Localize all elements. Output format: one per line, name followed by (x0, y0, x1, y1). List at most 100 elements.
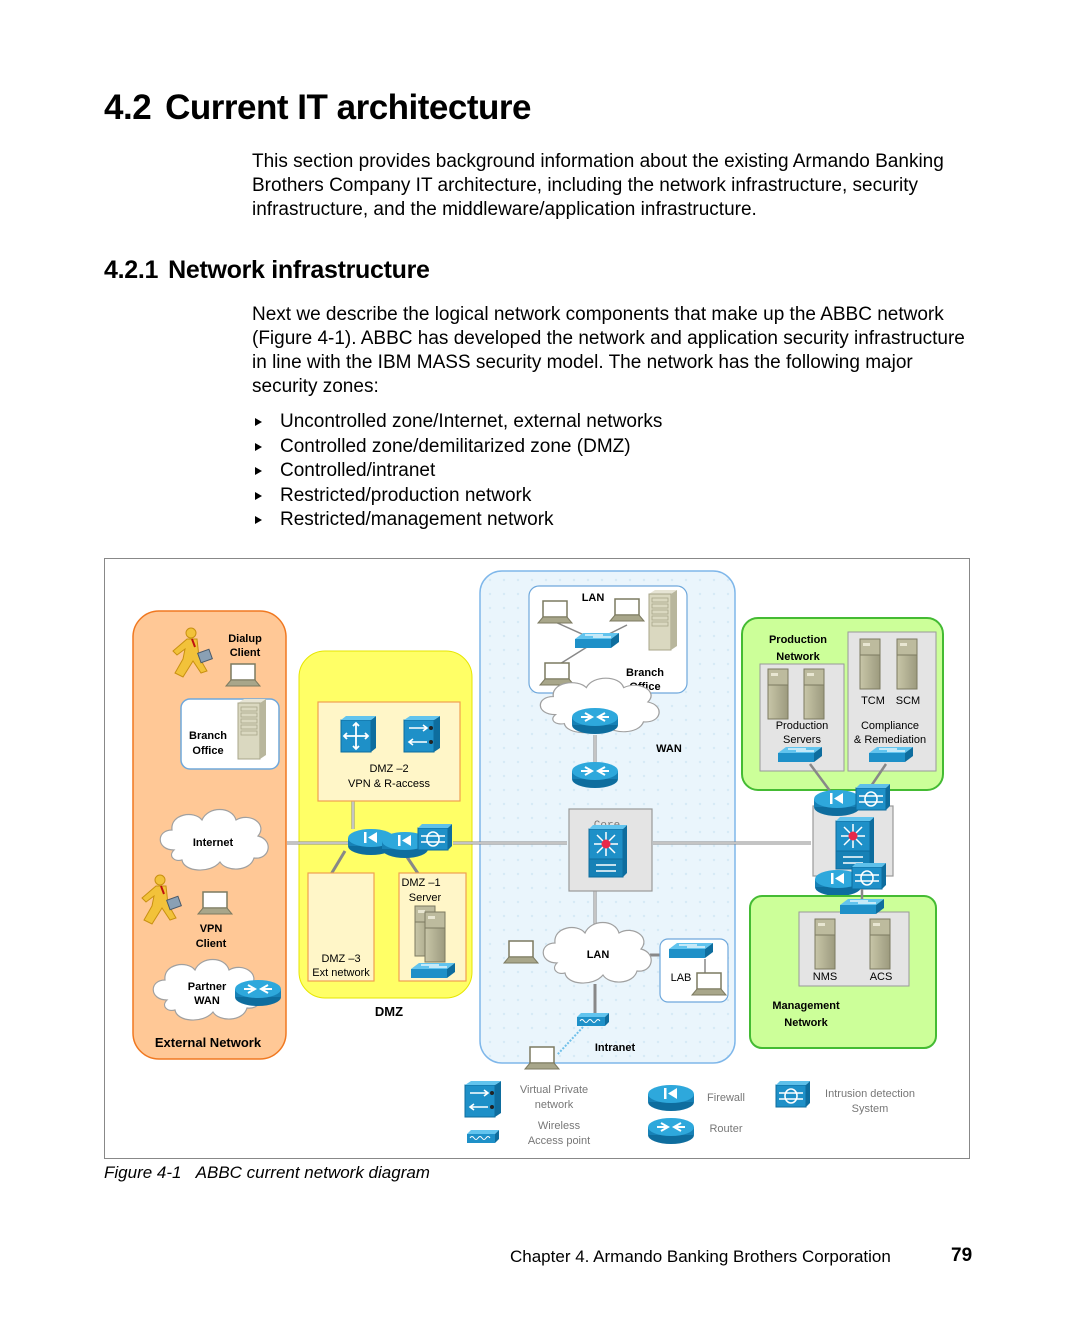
external-network-zone: Dialup Client Branch Office Internet VPN… (132, 610, 287, 1060)
bullet-triangle-icon (255, 516, 262, 524)
network-diagram-figure: Dialup Client Branch Office Internet VPN… (104, 558, 970, 1159)
production-switch-icon (777, 746, 823, 763)
subsection-number: 4.2.1 (104, 256, 159, 284)
dmz-server-2-icon (424, 911, 446, 963)
svg-text:Internet: Internet (193, 837, 234, 849)
svg-text:Client: Client (230, 647, 261, 659)
core-switch-icon (588, 824, 628, 878)
production-core-switch-icon (835, 816, 875, 870)
svg-text:LAN: LAN (582, 592, 605, 604)
svg-text:& Remediation: & Remediation (854, 734, 926, 746)
svg-text:External Network: External Network (155, 1035, 262, 1050)
svg-text:Network: Network (784, 1017, 828, 1029)
branch-desktop-icon (537, 600, 573, 624)
subsection-title: Network infrastructure (168, 256, 430, 284)
svg-text:Management: Management (772, 1000, 840, 1012)
wan-router-bottom-icon (571, 761, 619, 789)
bullet-triangle-icon (255, 491, 262, 500)
figure-number: Figure 4-1 (104, 1163, 182, 1182)
lan-laptop-icon (503, 940, 539, 964)
branch-intranet-building-icon (648, 589, 678, 651)
section-intro: This section provides background informa… (252, 151, 944, 220)
svg-text:Branch: Branch (189, 730, 227, 742)
page-number: 79 (951, 1245, 973, 1266)
production-firewall-icon (814, 790, 860, 816)
security-zones-list: Uncontrolled zone/Internet, external net… (252, 410, 662, 533)
nms-server-icon (814, 918, 836, 970)
management-network-zone: NMS ACS Management Network (749, 889, 937, 1049)
svg-text:DMZ –2: DMZ –2 (369, 763, 408, 775)
svg-text:Production: Production (776, 720, 829, 732)
svg-text:Client: Client (196, 938, 227, 950)
svg-text:NMS: NMS (813, 971, 837, 983)
svg-text:SCM: SCM (896, 695, 920, 707)
wireless-laptop-icon (524, 1046, 560, 1070)
production-ids-icon (855, 783, 891, 811)
branch-laptop-icon (539, 662, 575, 686)
svg-text:Network: Network (776, 651, 820, 663)
compliance-switch-icon (868, 746, 914, 763)
management-ids-icon (851, 862, 887, 890)
bullet-triangle-icon (255, 442, 262, 451)
tcm-server-icon (859, 638, 881, 690)
dmz-vpn-icon (403, 715, 441, 753)
svg-text:Compliance: Compliance (861, 720, 919, 732)
list-item: Controlled zone/demilitarized zone (DMZ) (252, 435, 662, 460)
list-item: Restricted/management network (252, 508, 662, 533)
svg-text:WAN: WAN (194, 995, 220, 1007)
svg-text:VPN & R-access: VPN & R-access (348, 778, 430, 790)
branch-building-icon (237, 698, 267, 760)
footer-chapter: Chapter 4. Armando Banking Brothers Corp… (510, 1247, 891, 1266)
svg-text:Branch: Branch (626, 667, 664, 679)
section-title: Current IT architecture (165, 88, 531, 127)
legend-wireless-icon (466, 1129, 500, 1144)
svg-text:Access point: Access point (528, 1135, 590, 1147)
figure-caption-text: ABBC current network diagram (195, 1163, 430, 1182)
figure-caption: Figure 4-1 ABBC current network diagram (104, 1163, 430, 1183)
subsection-heading: 4.2.1 Network infrastructure (104, 256, 430, 285)
svg-text:Router: Router (709, 1123, 742, 1135)
bullet-triangle-icon (255, 418, 262, 426)
dmz-ids-icon (417, 823, 453, 851)
svg-text:VPN: VPN (200, 923, 223, 935)
dmz-zone: DMZ –2 VPN & R-access DMZ –3 Ext network… (287, 650, 479, 1019)
svg-text:Wireless: Wireless (538, 1120, 581, 1132)
svg-text:Virtual Private: Virtual Private (520, 1084, 588, 1096)
svg-text:Ext network: Ext network (312, 967, 370, 979)
lab-switch-icon (668, 942, 714, 959)
legend-ids-icon (775, 1080, 811, 1108)
svg-text:ACS: ACS (870, 971, 893, 983)
production-server-1-icon (767, 668, 789, 720)
list-item: Controlled/intranet (252, 459, 662, 484)
bullet-triangle-icon (255, 467, 262, 475)
svg-text:WAN: WAN (656, 743, 682, 755)
lab-laptop-icon (691, 972, 727, 996)
production-core-stack (812, 783, 894, 896)
diagram-legend: Virtual Private network Wireless Access … (464, 1080, 915, 1147)
subsection-intro: Next we describe the logical network com… (252, 304, 965, 397)
svg-text:Dialup: Dialup (228, 633, 262, 645)
dialup-laptop-icon (225, 663, 261, 687)
acs-server-icon (869, 918, 891, 970)
list-item: Restricted/production network (252, 484, 662, 509)
svg-text:System: System (852, 1103, 889, 1115)
svg-text:Production: Production (769, 634, 827, 646)
scm-server-icon (896, 638, 918, 690)
legend-vpn-icon (464, 1080, 502, 1118)
wireless-ap-icon (576, 1012, 610, 1027)
section-number: 4.2 (104, 88, 152, 127)
svg-text:LAB: LAB (671, 972, 692, 984)
svg-text:DMZ –3: DMZ –3 (321, 953, 360, 965)
svg-text:Intrusion detection: Intrusion detection (825, 1088, 915, 1100)
network-diagram: Dialup Client Branch Office Internet VPN… (132, 570, 944, 1147)
svg-text:DMZ: DMZ (375, 1004, 403, 1019)
svg-text:Firewall: Firewall (707, 1092, 745, 1104)
management-switch-icon (839, 898, 885, 915)
section-heading: 4.2 Current IT architecture (104, 88, 531, 128)
dmz-switch-icon (340, 715, 377, 753)
svg-text:Office: Office (192, 745, 223, 757)
svg-text:Intranet: Intranet (595, 1042, 636, 1054)
dmz-server-switch-icon (410, 962, 456, 979)
partner-router-icon (234, 979, 282, 1007)
list-item: Uncontrolled zone/Internet, external net… (252, 410, 662, 435)
